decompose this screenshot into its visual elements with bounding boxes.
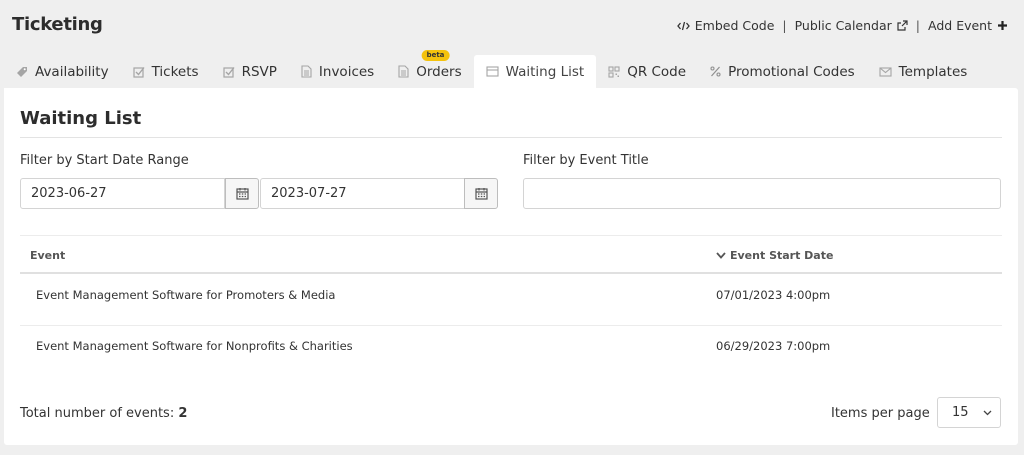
tab-label: Orders: [416, 63, 462, 80]
embed-code-link[interactable]: Embed Code: [676, 18, 775, 33]
tab-orders[interactable]: beta Orders: [386, 50, 473, 88]
event-title-filter-input[interactable]: [523, 178, 1001, 209]
calendar-icon: [474, 187, 488, 200]
embed-code-label: Embed Code: [694, 18, 775, 33]
divider: [20, 235, 1002, 236]
filter-title-label: Filter by Event Title: [523, 153, 649, 168]
start-date-from-input[interactable]: 2023-06-27: [20, 178, 225, 209]
page-title: Waiting List: [20, 108, 142, 129]
tab-tickets[interactable]: Tickets: [121, 55, 211, 88]
app-title: Ticketing: [12, 14, 103, 35]
event-title-cell[interactable]: Event Management Software for Nonprofits…: [36, 339, 353, 353]
code-icon: [676, 21, 690, 31]
items-per-page-label: Items per page: [831, 406, 930, 421]
tab-availability[interactable]: Availability: [4, 55, 121, 88]
tab-label: Tickets: [151, 63, 199, 80]
list-icon: [486, 66, 499, 77]
public-calendar-label: Public Calendar: [794, 18, 892, 33]
tag-icon: [16, 66, 28, 78]
total-events: Total number of events: 2: [20, 406, 187, 421]
items-per-page-select[interactable]: 15: [937, 397, 1001, 428]
waiting-list-panel: Waiting List Filter by Start Date Range …: [4, 88, 1018, 445]
checkbox-icon: [222, 66, 235, 78]
start-date-to-calendar-button[interactable]: [464, 178, 498, 209]
beta-badge: beta: [421, 50, 450, 61]
tab-bar: Availability Tickets RSVP Invoices beta …: [4, 50, 980, 88]
envelope-icon: [879, 66, 892, 77]
tab-label: RSVP: [241, 63, 277, 80]
column-header-label: Event Start Date: [730, 249, 834, 262]
tab-templates[interactable]: Templates: [867, 55, 980, 88]
document-icon: [398, 65, 409, 78]
separator: |: [915, 18, 921, 33]
event-title-cell[interactable]: Event Management Software for Promoters …: [36, 288, 335, 302]
tab-rsvp[interactable]: RSVP: [211, 55, 289, 88]
checkbox-icon: [132, 66, 145, 78]
tab-promotional-codes[interactable]: Promotional Codes: [698, 55, 867, 88]
public-calendar-link[interactable]: Public Calendar: [795, 18, 908, 33]
separator: |: [782, 18, 787, 33]
chevron-down-icon: [716, 252, 726, 259]
top-links: Embed Code | Public Calendar | Add Event: [676, 18, 1008, 33]
column-header-event-start-date[interactable]: Event Start Date: [716, 249, 833, 262]
tab-invoices[interactable]: Invoices: [289, 55, 386, 88]
column-header-event[interactable]: Event: [30, 249, 65, 262]
tab-label: Templates: [898, 63, 968, 80]
table-row[interactable]: Event Management Software for Nonprofits…: [20, 325, 1002, 376]
percent-icon: [710, 66, 721, 77]
tab-label: Promotional Codes: [728, 63, 855, 80]
divider: [20, 137, 1002, 138]
tab-label: Availability: [35, 63, 109, 80]
external-link-icon: [897, 20, 908, 31]
document-icon: [301, 65, 312, 78]
tab-waiting-list[interactable]: Waiting List: [473, 55, 597, 88]
event-start-date-cell: 07/01/2023 4:00pm: [716, 288, 831, 302]
start-date-to-input[interactable]: 2023-07-27: [260, 178, 465, 209]
tab-label: Invoices: [318, 63, 375, 80]
filter-date-label: Filter by Start Date Range: [20, 153, 189, 168]
tab-qr-code[interactable]: QR Code: [596, 55, 698, 88]
total-events-count: 2: [178, 406, 188, 421]
table-row[interactable]: Event Management Software for Promoters …: [20, 274, 1002, 325]
add-event-label: Add Event: [928, 18, 992, 33]
add-event-link[interactable]: Add Event: [928, 18, 1008, 33]
plus-icon: [997, 20, 1008, 31]
calendar-icon: [235, 187, 249, 200]
total-events-label: Total number of events:: [20, 406, 175, 421]
tab-label: QR Code: [627, 63, 687, 80]
items-per-page-value: 15: [952, 405, 969, 420]
chevron-down-icon: [983, 410, 992, 416]
start-date-from-calendar-button[interactable]: [225, 178, 259, 209]
tab-label: Waiting List: [505, 63, 585, 80]
qr-icon: [608, 65, 620, 78]
event-start-date-cell: 06/29/2023 7:00pm: [716, 339, 831, 353]
